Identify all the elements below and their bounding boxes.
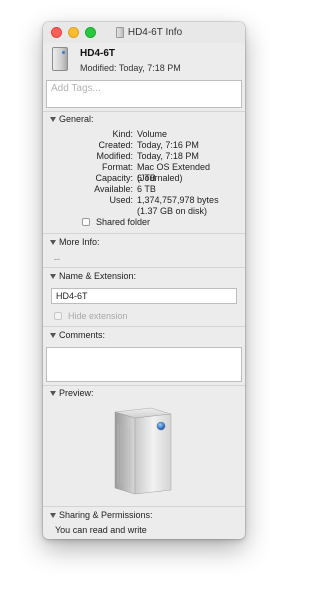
divider (43, 385, 245, 386)
name-input[interactable] (52, 289, 236, 303)
modified-date: Modified: Today, 7:18 PM (80, 63, 181, 73)
external-drive-icon (114, 407, 172, 495)
created-value: Today, 7:16 PM (137, 140, 199, 150)
divider (43, 267, 245, 268)
kind-key: Kind: (112, 129, 133, 139)
created-key: Created: (98, 140, 133, 150)
info-header: HD4-6T Modified: Today, 7:18 PM (43, 43, 245, 81)
modified-value: Today, 7:18 PM (137, 151, 199, 161)
drive-icon (115, 27, 124, 38)
section-comments-header[interactable]: Comments: (50, 330, 105, 340)
section-general-header[interactable]: General: (50, 114, 94, 124)
section-more-info-label: More Info: (59, 237, 100, 247)
comments-field[interactable] (46, 347, 242, 382)
hide-extension-checkbox[interactable] (54, 312, 62, 320)
used-value: 1,374,757,978 bytes (1.37 GB on disk) (137, 195, 219, 216)
name-field[interactable] (51, 288, 237, 304)
available-key: Available: (94, 184, 133, 194)
disclosure-triangle-icon[interactable] (50, 273, 56, 279)
tags-field[interactable] (46, 80, 242, 108)
title-bar[interactable]: HD4-6T Info (43, 22, 245, 43)
window-title-text: HD4-6T Info (127, 27, 183, 38)
section-preview-label: Preview: (59, 388, 94, 398)
close-button[interactable] (51, 27, 62, 38)
more-info-value: -- (54, 254, 60, 264)
section-comments-label: Comments: (59, 330, 106, 340)
drive-preview-image (109, 404, 179, 498)
disclosure-triangle-icon[interactable] (50, 116, 56, 122)
divider (43, 326, 245, 327)
format-key: Format: (101, 162, 133, 172)
hide-extension-label: Hide extension (68, 311, 128, 321)
divider (43, 233, 245, 234)
section-preview-header[interactable]: Preview: (50, 388, 94, 398)
shared-folder-label: Shared folder (96, 217, 151, 227)
section-sharing-label: Sharing & Permissions: (59, 510, 153, 520)
section-name-extension-label: Name & Extension: (59, 271, 137, 281)
section-more-info-header[interactable]: More Info: (50, 237, 100, 247)
section-sharing-header[interactable]: Sharing & Permissions: (50, 510, 153, 520)
drive-name: HD4-6T (80, 48, 116, 59)
available-value: 6 TB (137, 184, 156, 194)
tags-input[interactable] (47, 81, 241, 96)
kind-value: Volume (137, 129, 168, 139)
window-title: HD4-6T Info (115, 27, 183, 38)
shared-folder-checkbox[interactable] (82, 218, 90, 226)
info-window: HD4-6T Info HD4-6T Modified: Today, 7:18… (43, 22, 245, 539)
divider (43, 111, 245, 112)
capacity-key: Capacity: (95, 173, 133, 183)
section-name-extension-header[interactable]: Name & Extension: (50, 271, 136, 281)
window-controls (51, 27, 96, 38)
zoom-button[interactable] (85, 27, 96, 38)
disclosure-triangle-icon[interactable] (50, 332, 56, 338)
capacity-value: 6 TB (137, 173, 156, 183)
section-general-label: General: (59, 114, 94, 124)
disclosure-triangle-icon[interactable] (50, 512, 56, 518)
external-drive-icon (52, 47, 68, 71)
sharing-permission-text: You can read and write (55, 525, 147, 535)
minimize-button[interactable] (68, 27, 79, 38)
disclosure-triangle-icon[interactable] (50, 239, 56, 245)
divider (43, 506, 245, 507)
used-key: Used: (109, 195, 133, 205)
modified-key: Modified: (96, 151, 133, 161)
disclosure-triangle-icon[interactable] (50, 390, 56, 396)
